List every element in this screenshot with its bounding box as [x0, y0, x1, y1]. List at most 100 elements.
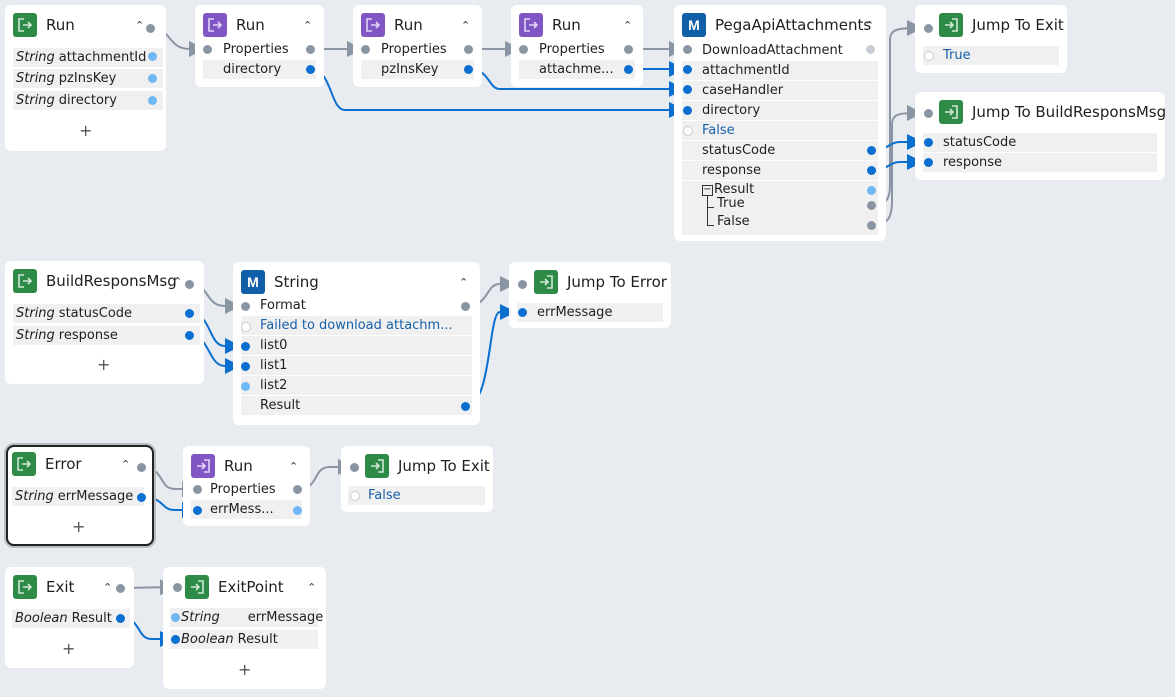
- data-port[interactable]: [866, 45, 875, 54]
- row-statuscode[interactable]: statusCode: [682, 141, 878, 160]
- param-row[interactable]: String errMessage: [170, 608, 323, 627]
- param-row[interactable]: String attachmentId: [13, 48, 163, 67]
- param-row[interactable]: Boolean Result: [170, 630, 318, 649]
- flow-out-port[interactable]: [867, 221, 876, 230]
- data-port[interactable]: [148, 52, 157, 61]
- row-result-true[interactable]: True: [717, 196, 745, 211]
- flow-out-port[interactable]: [624, 45, 633, 54]
- collapse-chevron-icon[interactable]: ⌃: [623, 19, 632, 32]
- row-list2[interactable]: list2: [241, 376, 472, 395]
- row-true-value[interactable]: True: [923, 46, 1059, 65]
- data-out-port[interactable]: [867, 166, 876, 175]
- add-param-button[interactable]: +: [238, 660, 251, 679]
- data-in-port[interactable]: [241, 362, 250, 371]
- node-run[interactable]: Run ⌃ Properties pzInsKey: [353, 5, 482, 87]
- flow-in-port[interactable]: [924, 109, 933, 118]
- flow-in-port[interactable]: [361, 45, 370, 54]
- flow-in-port[interactable]: [518, 280, 527, 289]
- flow-out-port[interactable]: [306, 45, 315, 54]
- flow-in-port[interactable]: [193, 485, 202, 494]
- add-param-button[interactable]: +: [97, 355, 110, 374]
- node-exitpoint[interactable]: ExitPoint ⌃ String errMessage Boolean Resu…: [163, 567, 326, 689]
- data-out-port[interactable]: [137, 493, 146, 502]
- data-port-empty[interactable]: [683, 126, 693, 136]
- flow-out-port[interactable]: [461, 302, 470, 311]
- data-out-port[interactable]: [185, 331, 194, 340]
- flow-out-port[interactable]: [464, 45, 473, 54]
- data-out-port[interactable]: [464, 65, 473, 74]
- flow-in-port[interactable]: [350, 463, 359, 472]
- data-in-port[interactable]: [171, 635, 180, 644]
- data-in-port[interactable]: [683, 106, 692, 115]
- data-out-port[interactable]: [185, 309, 194, 318]
- data-out-port[interactable]: [867, 146, 876, 155]
- flow-out-port[interactable]: [867, 201, 876, 210]
- node-jump-to-exit[interactable]: Jump To Exit False: [341, 446, 493, 512]
- data-out-port[interactable]: [116, 614, 125, 623]
- data-port[interactable]: [867, 186, 876, 195]
- data-port[interactable]: [241, 382, 250, 391]
- data-out-port[interactable]: [624, 65, 633, 74]
- flow-in-port[interactable]: [683, 45, 692, 54]
- collapse-tree-icon[interactable]: −: [702, 185, 713, 196]
- row-attachmentid[interactable]: attachme...: [519, 60, 635, 79]
- collapse-chevron-icon[interactable]: ⌃: [289, 460, 298, 473]
- flow-out-port[interactable]: [116, 584, 125, 593]
- node-error[interactable]: Error ⌃ String errMessage +: [6, 445, 154, 546]
- row-pzinskey[interactable]: pzInsKey: [361, 60, 474, 79]
- node-run-entry[interactable]: Run ⌃ String attachmentId String pzInsKey …: [5, 5, 166, 151]
- data-port-empty[interactable]: [924, 51, 934, 61]
- collapse-chevron-icon[interactable]: ⌃: [459, 276, 468, 289]
- collapse-chevron-icon[interactable]: ⌃: [303, 19, 312, 32]
- row-properties[interactable]: Properties: [361, 40, 474, 59]
- node-pega-api-attachments[interactable]: M PegaApiAttachments ⌃ DownloadAttachment…: [674, 5, 886, 241]
- node-buildresponsmsg[interactable]: BuildResponsMsg ⌃ String statusCode Strin…: [5, 261, 204, 384]
- data-out-port[interactable]: [306, 65, 315, 74]
- data-port[interactable]: [148, 96, 157, 105]
- data-port-empty[interactable]: [350, 491, 360, 501]
- row-format-value[interactable]: Failed to download attachm...: [241, 316, 472, 335]
- row-errmessage[interactable]: errMess...: [191, 500, 302, 519]
- flow-out-port[interactable]: [137, 463, 146, 472]
- data-in-port[interactable]: [241, 342, 250, 351]
- flow-in-port[interactable]: [519, 45, 528, 54]
- row-properties[interactable]: Properties: [519, 40, 635, 59]
- row-directory[interactable]: directory: [203, 60, 316, 79]
- data-in-port[interactable]: [683, 65, 692, 74]
- collapse-chevron-icon[interactable]: ⌃: [173, 275, 182, 288]
- data-port-empty[interactable]: [241, 322, 251, 332]
- data-port[interactable]: [293, 506, 302, 515]
- row-format[interactable]: Format: [241, 296, 472, 315]
- row-response[interactable]: response: [682, 161, 878, 180]
- row-false-value[interactable]: False: [348, 486, 485, 505]
- collapse-chevron-icon[interactable]: ⌃: [135, 19, 144, 32]
- collapse-chevron-icon[interactable]: ⌃: [461, 19, 470, 32]
- collapse-chevron-icon[interactable]: ⌃: [103, 581, 112, 594]
- node-jump-to-buildresponsmsg[interactable]: Jump To BuildResponsMsg statusCode respo…: [915, 92, 1166, 180]
- data-in-port[interactable]: [193, 506, 202, 515]
- node-string[interactable]: M String ⌃ Format Failed to download atta…: [233, 262, 480, 425]
- data-in-port[interactable]: [683, 85, 692, 94]
- row-response[interactable]: response: [923, 153, 1157, 172]
- row-list1[interactable]: list1: [241, 356, 472, 375]
- row-directory[interactable]: directory: [682, 101, 878, 120]
- flow-in-port[interactable]: [173, 583, 182, 592]
- data-in-port[interactable]: [924, 158, 933, 167]
- flow-out-port[interactable]: [293, 485, 302, 494]
- row-method[interactable]: DownloadAttachment: [682, 41, 878, 60]
- node-exit[interactable]: Exit ⌃ Boolean Result +: [5, 567, 134, 668]
- row-casehandler[interactable]: caseHandler: [682, 81, 878, 100]
- row-result[interactable]: Result: [241, 396, 472, 415]
- data-out-port[interactable]: [461, 402, 470, 411]
- row-false-value[interactable]: False: [682, 121, 878, 140]
- row-attachmentid[interactable]: attachmentId: [682, 61, 878, 80]
- row-statuscode[interactable]: statusCode: [923, 133, 1157, 152]
- param-row[interactable]: String statusCode: [13, 304, 200, 323]
- row-list0[interactable]: list0: [241, 336, 472, 355]
- flow-in-port[interactable]: [203, 45, 212, 54]
- param-row[interactable]: String pzInsKey: [13, 69, 163, 88]
- collapse-chevron-icon[interactable]: ⌃: [865, 19, 874, 32]
- flow-in-port[interactable]: [924, 24, 933, 33]
- collapse-chevron-icon[interactable]: ⌃: [307, 581, 316, 594]
- data-port[interactable]: [171, 613, 180, 622]
